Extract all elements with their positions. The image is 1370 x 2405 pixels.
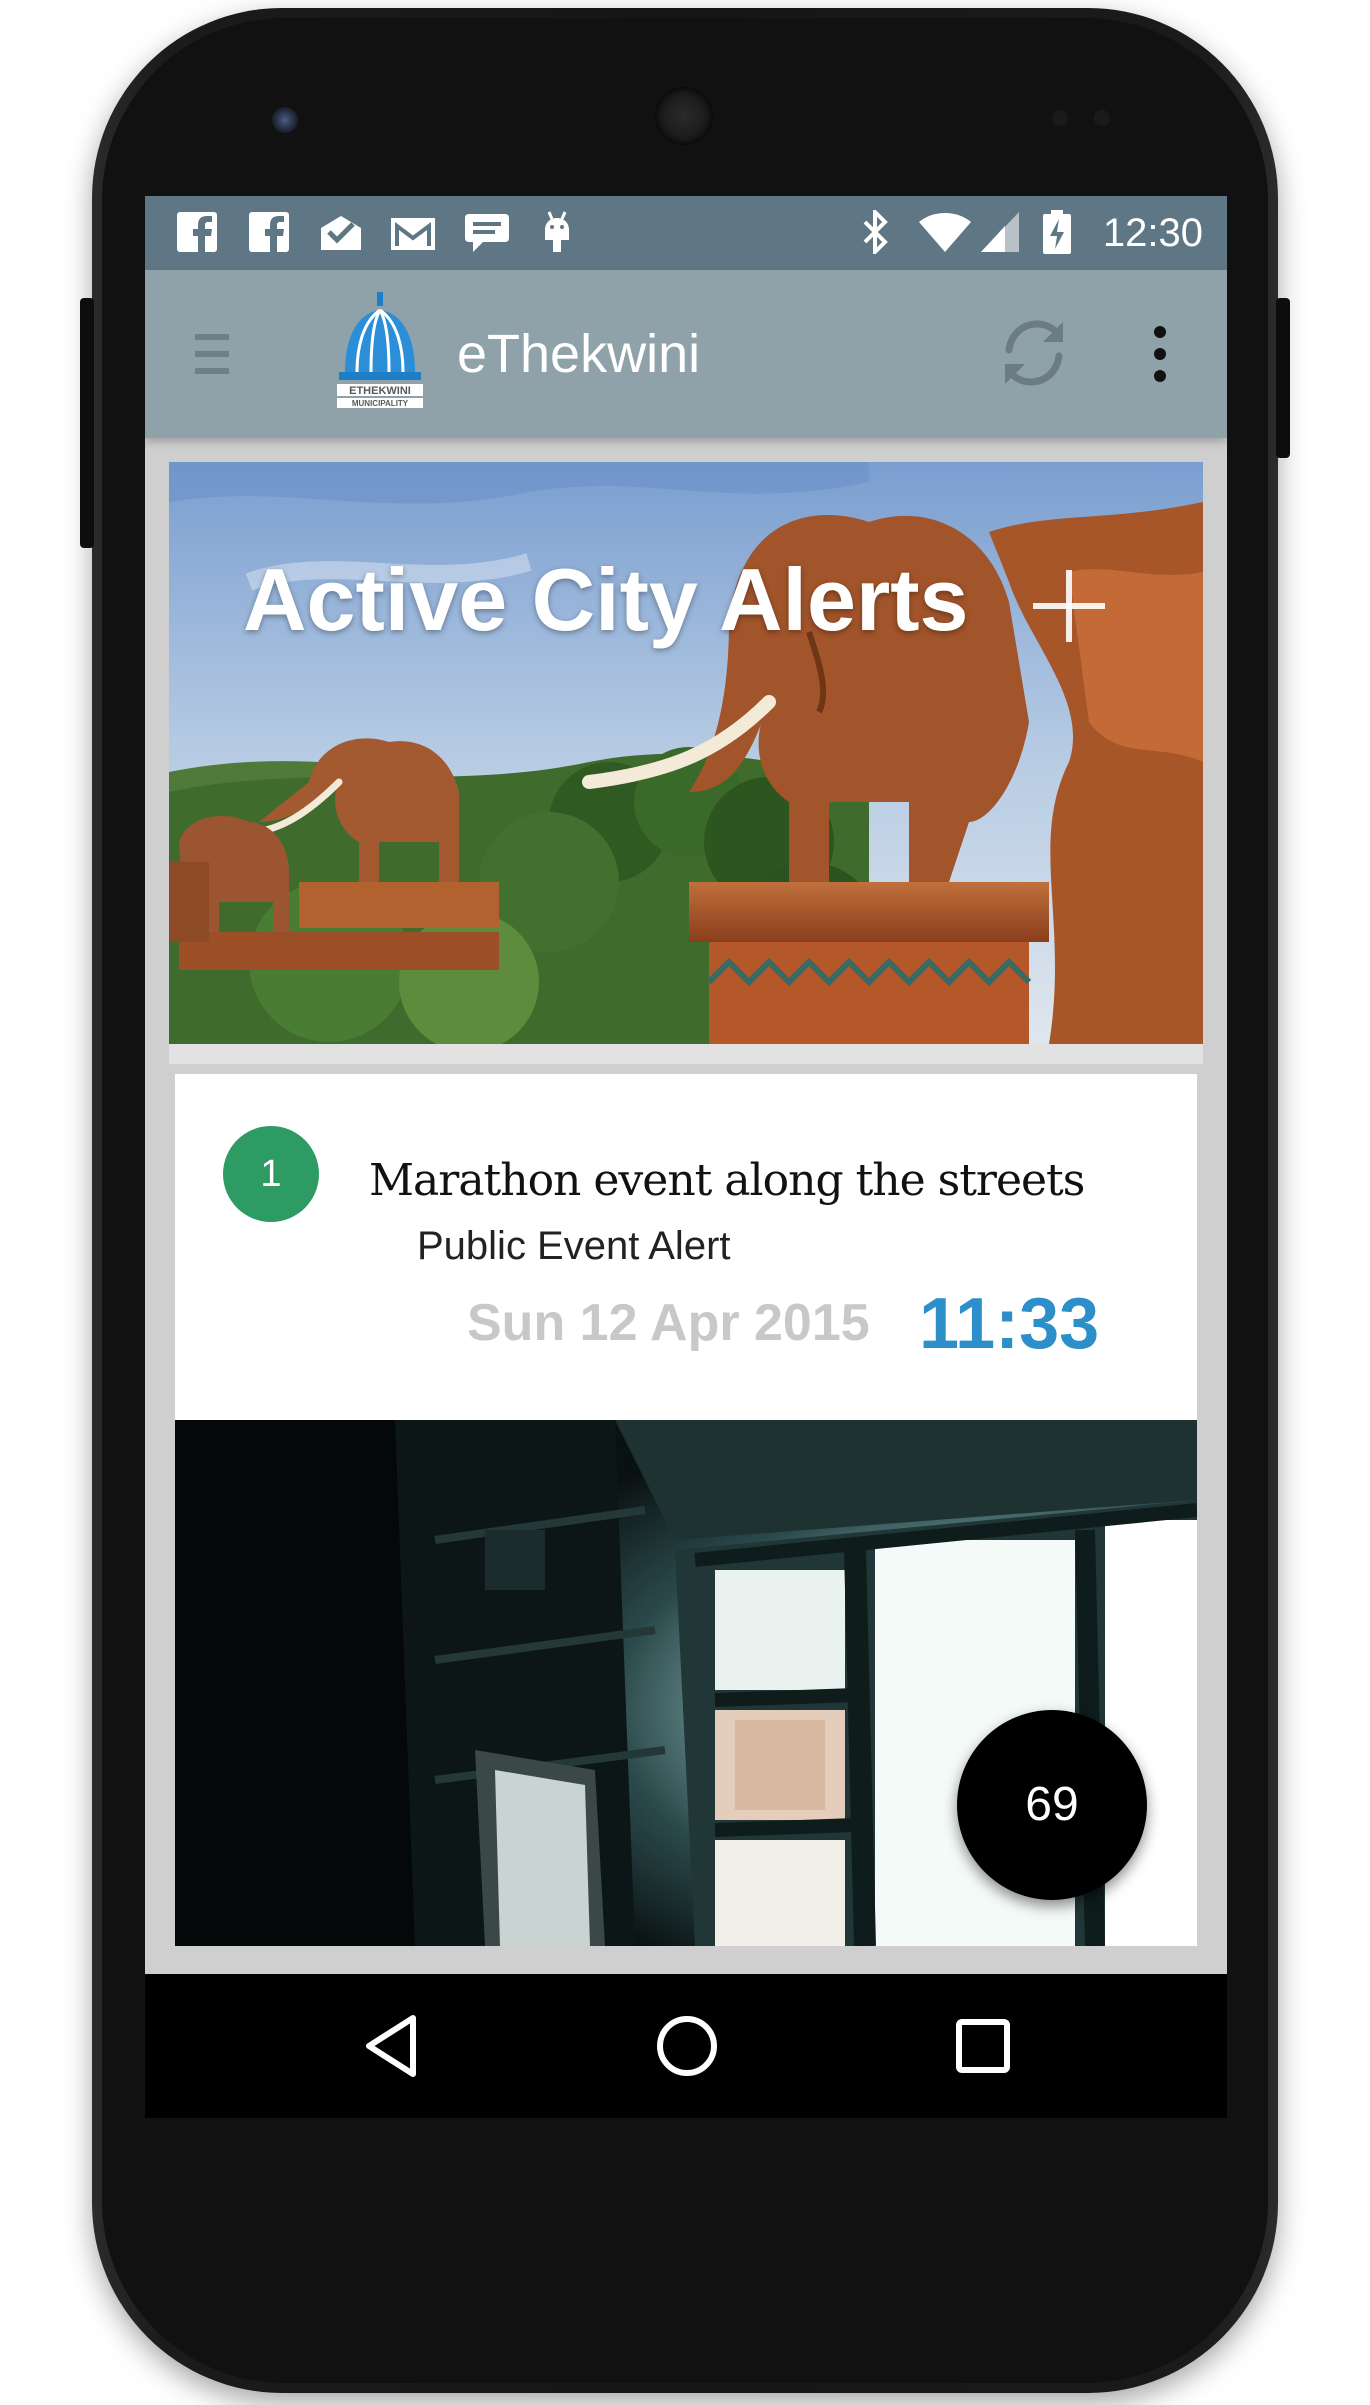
wifi-icon [919, 213, 971, 252]
recents-icon[interactable] [949, 2012, 1017, 2080]
alert-title: Marathon event along the streets [369, 1155, 1085, 1206]
facebook-icon [249, 212, 289, 254]
mail-check-icon [321, 216, 361, 250]
app-title: eThekwini [457, 324, 701, 384]
alert-card[interactable]: 1 Marathon event along the streets Publi… [175, 1074, 1197, 1420]
alert-number-badge: 1 [223, 1126, 319, 1222]
add-icon[interactable] [1031, 568, 1107, 644]
logo-text-line1: ETHEKWINI [349, 385, 411, 397]
clock: 12:30 [1102, 211, 1203, 255]
more-vert-icon[interactable] [1145, 318, 1175, 390]
phone-screen: 12:30 ETHEKWINI MUNICIPALITY eThekwini A… [145, 196, 1227, 2118]
bluetooth-icon [863, 210, 888, 254]
status-bar: 12:30 [145, 196, 1227, 270]
navigation-bar [145, 1974, 1227, 2118]
volume-button [1276, 298, 1290, 458]
hero-divider [169, 1044, 1203, 1064]
signal-icon [981, 212, 1019, 252]
gmail-icon [391, 218, 435, 250]
light-sensor [1094, 110, 1110, 126]
logo-text-line2: MUNICIPALITY [352, 399, 409, 408]
refresh-icon[interactable] [995, 314, 1073, 392]
ethekwini-logo: ETHEKWINI MUNICIPALITY [337, 292, 423, 408]
power-button [80, 298, 94, 548]
app-bar: ETHEKWINI MUNICIPALITY eThekwini [145, 270, 1227, 438]
alert-time: 11:33 [919, 1284, 1100, 1364]
facebook-icon [177, 212, 217, 254]
android-icon [545, 211, 569, 252]
hamburger-menu-icon[interactable] [195, 332, 229, 376]
home-icon[interactable] [653, 2012, 721, 2080]
alert-type: Public Event Alert [417, 1224, 731, 1268]
front-camera [272, 107, 298, 133]
alert-count-button[interactable]: 69 [957, 1710, 1147, 1900]
back-icon[interactable] [359, 2012, 427, 2080]
hero-title: Active City Alerts [243, 550, 969, 649]
content-bottom-edge [145, 1946, 1227, 1974]
alert-date: Sun 12 Apr 2015 [467, 1294, 870, 1352]
chat-bubble-icon [465, 214, 509, 252]
earpiece-speaker [655, 87, 713, 145]
hero-banner: Active City Alerts [169, 462, 1203, 1044]
proximity-sensor [1052, 110, 1068, 126]
battery-charging-icon [1043, 210, 1071, 254]
